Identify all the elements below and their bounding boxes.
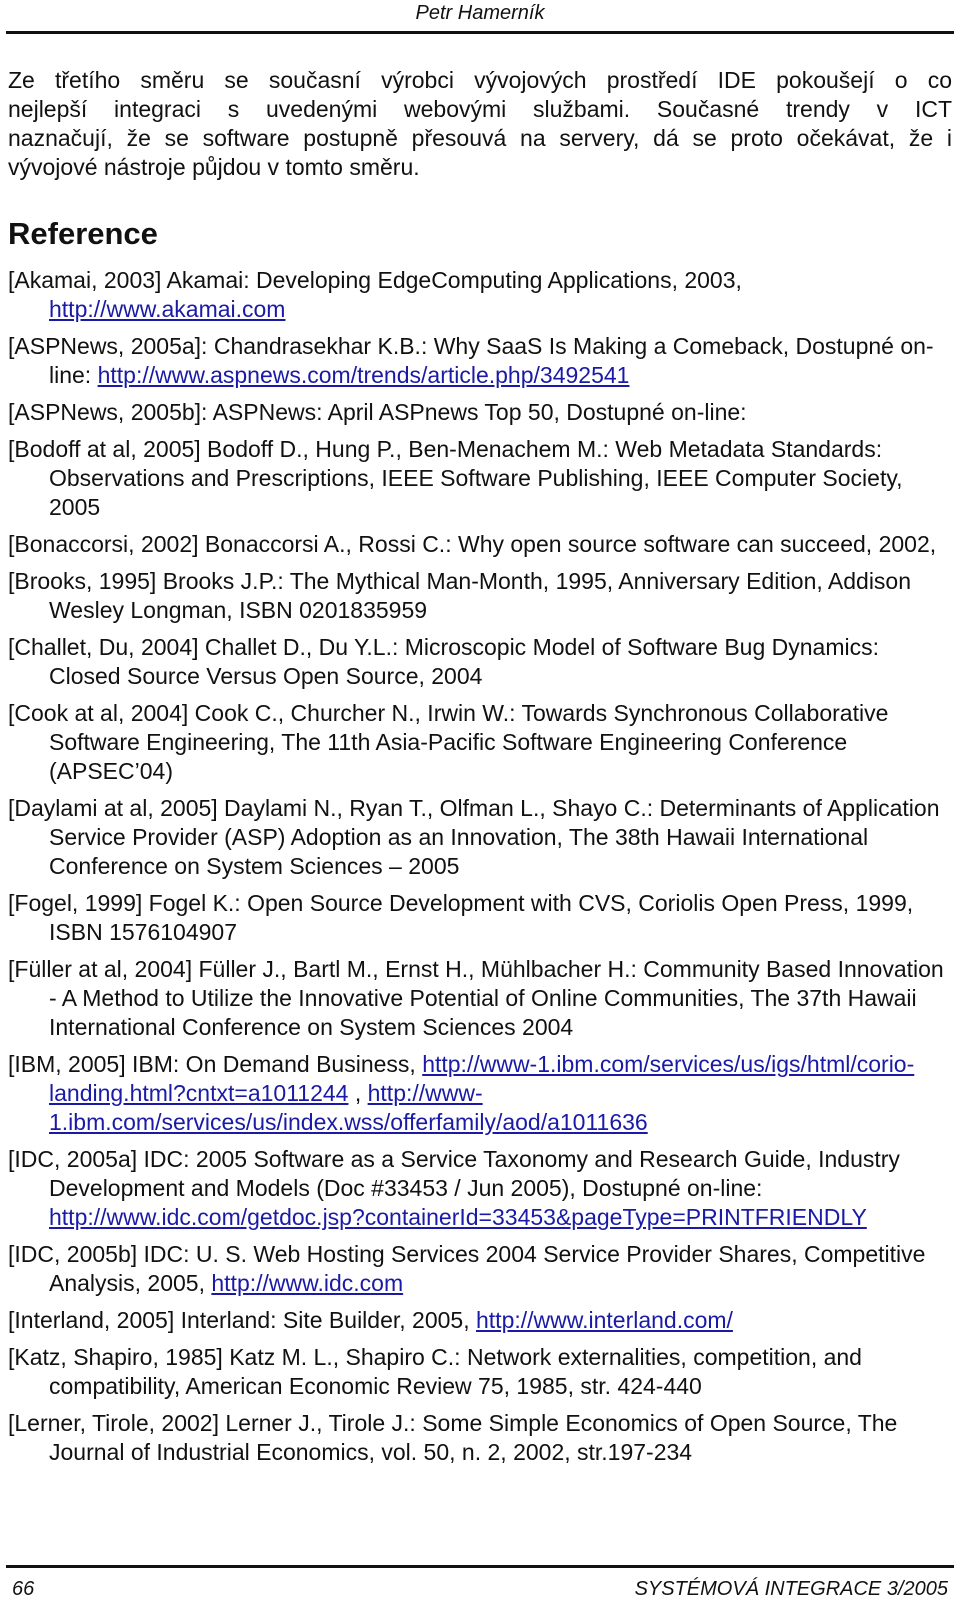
reference-item: [Cook at al, 2004] Cook C., Churcher N.,… [8,699,952,786]
intro-line: nejlepší integraci s uvedenými webovými … [8,96,952,122]
references-list: [Akamai, 2003] Akamai: Developing EdgeCo… [8,266,952,1475]
references-heading: Reference [8,216,158,251]
reference-item: [Füller at al, 2004] Füller J., Bartl M.… [8,955,952,1042]
reference-text: [IDC, 2005a] IDC: 2005 Software as a Ser… [8,1146,900,1201]
intro-paragraph: Ze třetího směru se současní výrobci výv… [8,66,952,182]
reference-text: [Akamai, 2003] Akamai: Developing EdgeCo… [8,267,742,293]
reference-item: [ASPNews, 2005b]: ASPNews: April ASPnews… [8,398,952,427]
reference-item: [ASPNews, 2005a]: Chandrasekhar K.B.: Wh… [8,332,952,390]
reference-item: [IDC, 2005a] IDC: 2005 Software as a Ser… [8,1145,952,1232]
reference-item: [Bodoff at al, 2005] Bodoff D., Hung P.,… [8,435,952,522]
reference-item: [Bonaccorsi, 2002] Bonaccorsi A., Rossi … [8,530,952,559]
reference-item: [Challet, Du, 2004] Challet D., Du Y.L.:… [8,633,952,691]
intro-line: naznačují, že se software postupně přeso… [8,125,952,151]
reference-item: [Daylami at al, 2005] Daylami N., Ryan T… [8,794,952,881]
reference-link[interactable]: http://www.akamai.com [49,296,285,322]
reference-item: [Lerner, Tirole, 2002] Lerner J., Tirole… [8,1409,952,1467]
reference-text: [Brooks, 1995] Brooks J.P.: The Mythical… [8,568,912,623]
reference-link[interactable]: http://www.idc.com/getdoc.jsp?containerI… [49,1204,867,1230]
reference-text: [Challet, Du, 2004] Challet D., Du Y.L.:… [8,634,879,689]
reference-text: [Interland, 2005] Interland: Site Builde… [8,1307,476,1333]
reference-item: [Interland, 2005] Interland: Site Builde… [8,1306,952,1335]
header-rule [6,31,954,34]
intro-line: Ze třetího směru se současní výrobci výv… [8,67,952,93]
reference-link[interactable]: http://www.interland.com/ [476,1307,733,1333]
reference-text: [Katz, Shapiro, 1985] Katz M. L., Shapir… [8,1344,862,1399]
reference-text: [IBM, 2005] IBM: On Demand Business, [8,1051,423,1077]
reference-link[interactable]: http://www.idc.com [211,1270,403,1296]
reference-text: [Bodoff at al, 2005] Bodoff D., Hung P.,… [8,436,903,520]
reference-text: [Lerner, Tirole, 2002] Lerner J., Tirole… [8,1410,898,1465]
footer-rule [6,1565,954,1568]
journal-name: SYSTÉMOVÁ INTEGRACE 3/2005 [634,1578,948,1600]
reference-link[interactable]: http://www.aspnews.com/trends/article.ph… [98,362,630,388]
intro-line: vývojové nástroje půjdou v tomto směru. [8,154,420,180]
reference-item: [Fogel, 1999] Fogel K.: Open Source Deve… [8,889,952,947]
reference-text: [Bonaccorsi, 2002] Bonaccorsi A., Rossi … [8,531,937,557]
reference-item: [Katz, Shapiro, 1985] Katz M. L., Shapir… [8,1343,952,1401]
reference-text: [Füller at al, 2004] Füller J., Bartl M.… [8,956,944,1040]
reference-item: [Brooks, 1995] Brooks J.P.: The Mythical… [8,567,952,625]
reference-text: [Fogel, 1999] Fogel K.: Open Source Deve… [8,890,914,945]
reference-item: [IBM, 2005] IBM: On Demand Business, htt… [8,1050,952,1137]
reference-item: [Akamai, 2003] Akamai: Developing EdgeCo… [8,266,952,324]
running-header-author: Petr Hamerník [415,2,545,24]
reference-text: [Cook at al, 2004] Cook C., Churcher N.,… [8,700,889,784]
reference-text: [Daylami at al, 2005] Daylami N., Ryan T… [8,795,940,879]
reference-text: [IDC, 2005b] IDC: U. S. Web Hosting Serv… [8,1241,926,1296]
reference-item: [IDC, 2005b] IDC: U. S. Web Hosting Serv… [8,1240,952,1298]
reference-text: [ASPNews, 2005b]: ASPNews: April ASPnews… [8,399,747,425]
reference-separator: , [348,1080,368,1106]
page-number: 66 [12,1578,35,1600]
